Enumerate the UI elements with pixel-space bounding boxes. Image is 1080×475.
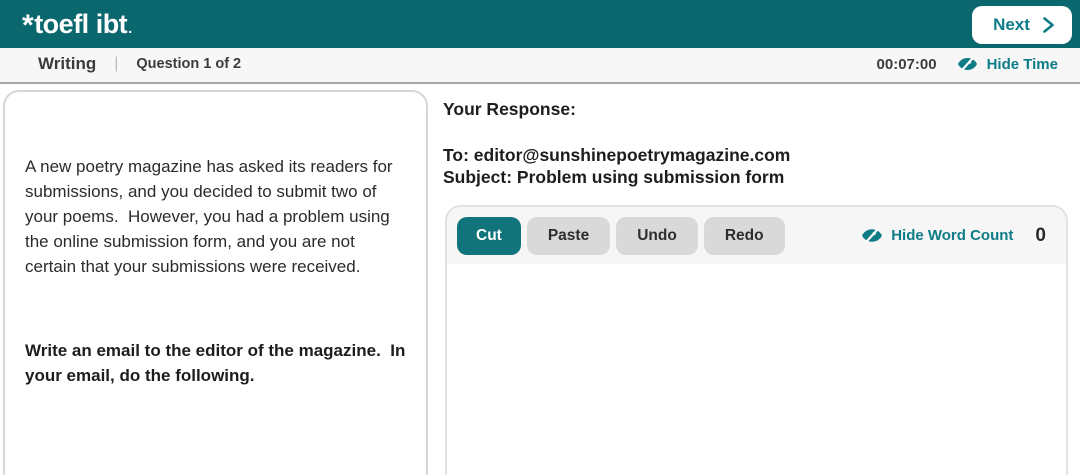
response-editor-panel: Cut Paste Undo Redo Hide Word Count 0 [445,205,1068,475]
prompt-bullet-list: Tell the editor what you like about the … [25,447,406,475]
writing-section-bar: Writing | Question 1 of 2 00:07:00 Hide … [0,48,1080,84]
response-title: Your Response: [443,99,576,119]
email-to-line: To: editor@sunshinepoetrymagazine.com [443,145,791,165]
next-button-label: Next [993,15,1030,34]
toefl-ibt-logo: * toefl ibt. [22,9,132,42]
logo-asterisk-icon: * [22,9,34,42]
logo-dot: . [128,20,132,36]
next-button[interactable]: Next [972,6,1072,44]
toefl-writing-screen: * toefl ibt. Next Writing | Question 1 of … [0,0,1080,475]
word-count-value: 0 [1035,224,1046,246]
prompt-paragraph: A new poetry magazine has asked its read… [25,157,398,276]
logo-word-ibt: ibt [95,9,128,39]
prompt-panel: A new poetry magazine has asked its read… [3,90,428,475]
logo-word-toefl: toefl [34,9,89,39]
section-title: Writing [38,54,97,73]
content-area: A new poetry magazine has asked its read… [0,86,1080,475]
hide-time-label: Hide Time [986,55,1058,73]
redo-button[interactable]: Redo [703,216,785,255]
email-header-block: To: editor@sunshinepoetrymagazine.com Su… [443,144,790,188]
hide-word-count-toggle[interactable]: Hide Word Count [861,227,1013,244]
timer-display: 00:07:00 [876,55,937,73]
prompt-instruction: Write an email to the editor of the maga… [25,341,411,385]
hide-word-count-label: Hide Word Count [891,227,1014,244]
undo-button[interactable]: Undo [616,216,698,255]
cut-button[interactable]: Cut [457,216,521,255]
response-text-input[interactable] [447,264,1066,475]
chevron-right-icon [1043,17,1054,33]
separator: | [114,55,119,72]
paste-button[interactable]: Paste [526,216,611,255]
eye-slash-icon [862,227,883,244]
hide-time-toggle[interactable]: Hide Time [957,56,1058,73]
editor-toolbar: Cut Paste Undo Redo Hide Word Count 0 [447,207,1066,264]
email-subject-line: Subject: Problem using submission form [443,167,785,187]
question-progress: Question 1 of 2 [136,56,242,72]
eye-slash-icon [957,56,977,72]
top-header-bar: * toefl ibt. Next [0,0,1080,48]
